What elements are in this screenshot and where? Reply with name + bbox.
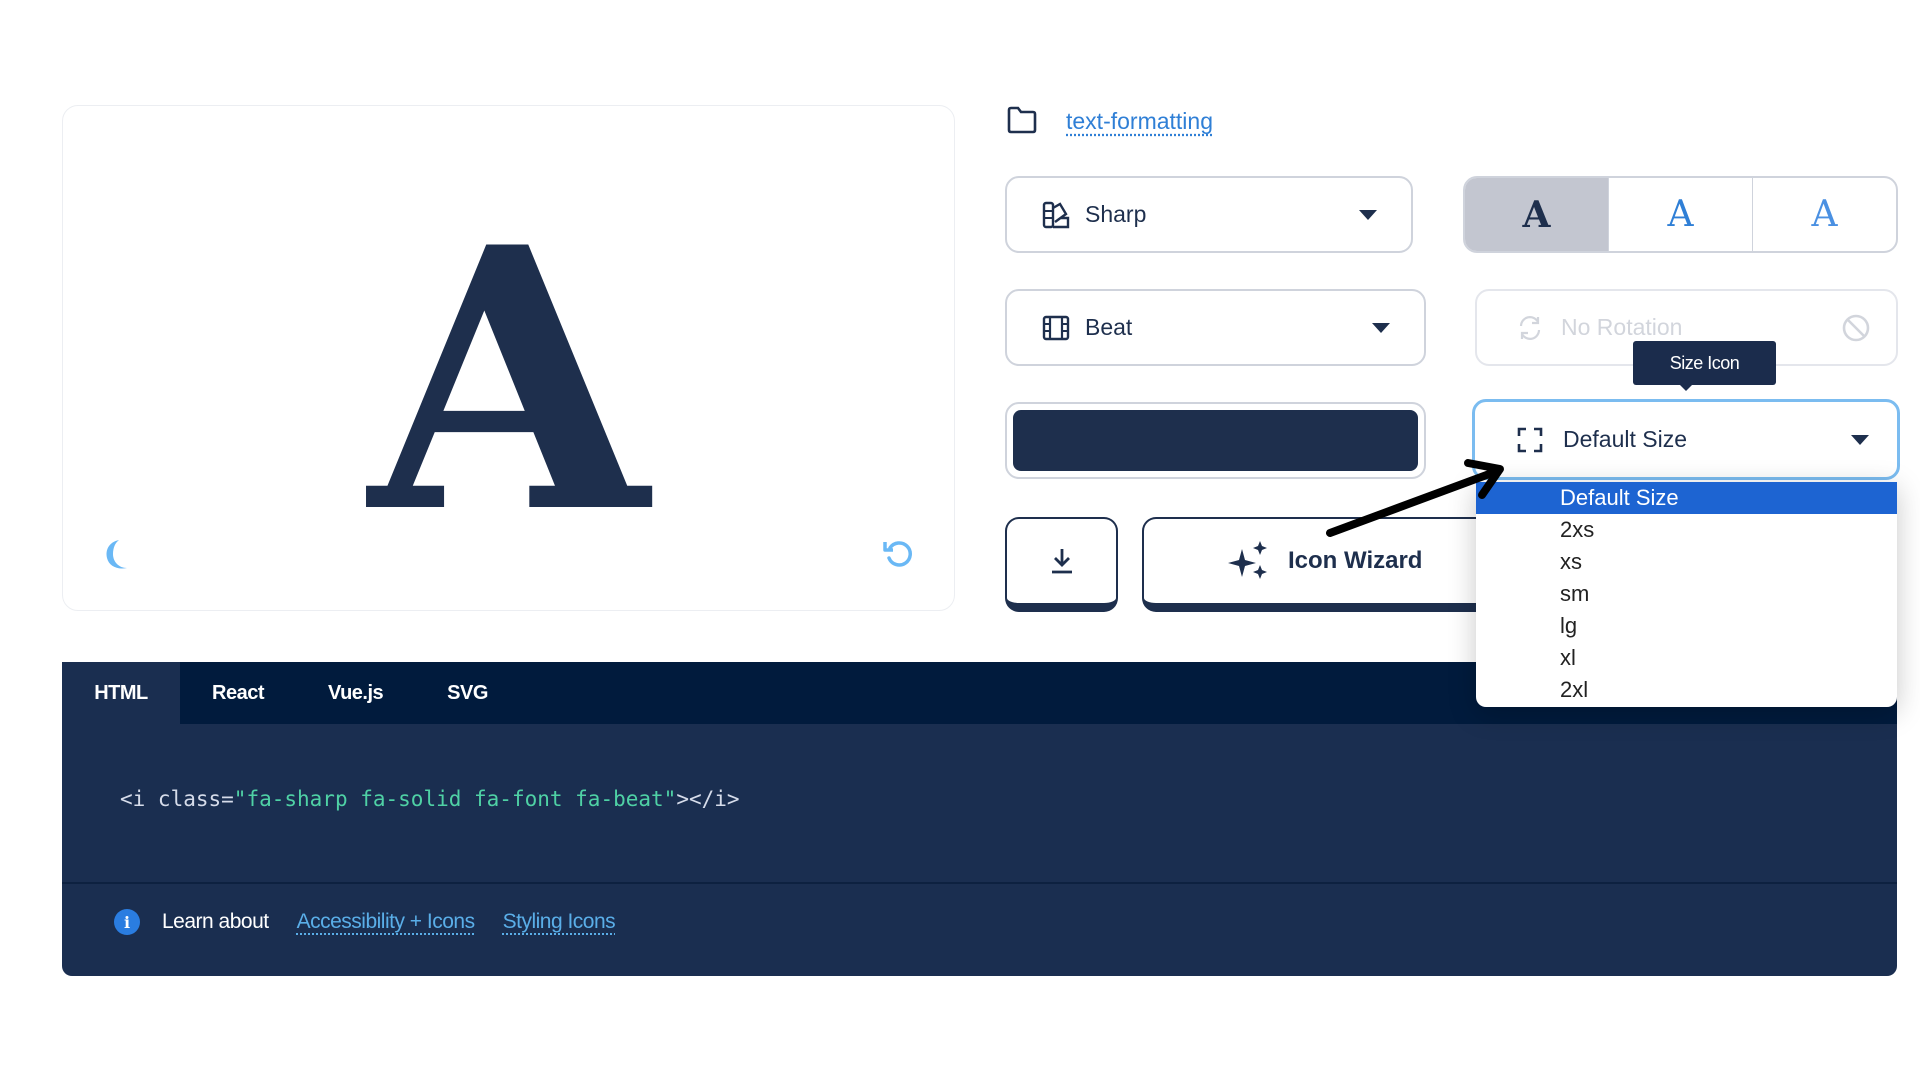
size-option-default[interactable]: Default Size (1476, 482, 1897, 514)
animation-select[interactable]: Beat (1005, 289, 1426, 366)
folder-icon (1007, 106, 1037, 134)
expand-icon (1517, 427, 1543, 452)
icon-preview-card: A (62, 105, 955, 611)
tab-react[interactable]: React (180, 662, 296, 724)
code-tag-close: ></i> (676, 787, 740, 811)
code-tag-open: <i class= (120, 787, 234, 811)
chevron-down-icon (1851, 434, 1869, 445)
divider (62, 882, 1897, 884)
size-option-2xl[interactable]: 2xl (1476, 674, 1897, 706)
sparkles-icon (1228, 541, 1267, 579)
size-option-xl[interactable]: xl (1476, 642, 1897, 674)
icon-preview-glyph: A (368, 169, 649, 592)
code-panel: HTML React Vue.js SVG <i class="fa-sharp… (62, 662, 1897, 976)
info-icon: i (114, 909, 140, 935)
annotation-arrow (1326, 459, 1504, 537)
size-tooltip: Size Icon (1633, 341, 1776, 385)
family-style-value: Sharp (1085, 201, 1147, 227)
download-button[interactable] (1005, 517, 1118, 612)
size-option-xs[interactable]: xs (1476, 546, 1897, 578)
weight-light-button[interactable]: A (1752, 178, 1896, 251)
size-options-list: Default Size 2xs xs sm lg xl 2xl (1476, 482, 1897, 707)
rotation-placeholder: No Rotation (1561, 314, 1683, 340)
chevron-down-icon (1359, 209, 1377, 220)
moon-icon[interactable] (101, 538, 133, 572)
size-value: Default Size (1563, 426, 1688, 452)
size-select[interactable]: Default Size (1472, 399, 1900, 480)
family-style-select[interactable]: Sharp (1005, 176, 1413, 253)
tooltip-arrow (1680, 385, 1692, 391)
tab-html[interactable]: HTML (62, 662, 180, 724)
accessibility-link[interactable]: Accessibility + Icons (297, 910, 476, 934)
chevron-down-icon (1372, 322, 1390, 333)
swatchbook-icon (1042, 201, 1070, 228)
weight-regular-button[interactable]: A (1608, 178, 1752, 251)
download-icon (1051, 549, 1072, 574)
category-link[interactable]: text-formatting (1066, 108, 1213, 135)
learn-about-row: i Learn about Accessibility + Icons Styl… (114, 909, 643, 935)
tab-vuejs[interactable]: Vue.js (296, 662, 415, 724)
code-snippet[interactable]: <i class="fa-sharp fa-solid fa-font fa-b… (120, 787, 740, 811)
size-option-2xs[interactable]: 2xs (1476, 514, 1897, 546)
film-icon (1042, 315, 1070, 340)
weight-solid-button[interactable]: A (1465, 178, 1608, 251)
weight-segmented-control: A A A (1463, 176, 1898, 253)
arrows-rotate-icon (1519, 315, 1541, 340)
rotate-left-icon[interactable] (881, 536, 917, 572)
size-option-lg[interactable]: lg (1476, 610, 1897, 642)
code-class-value: "fa-sharp fa-solid fa-font fa-beat" (233, 787, 677, 811)
size-option-sm[interactable]: sm (1476, 578, 1897, 610)
tab-svg[interactable]: SVG (415, 662, 520, 724)
ban-icon[interactable] (1840, 312, 1872, 344)
animation-value: Beat (1085, 314, 1133, 340)
styling-icons-link[interactable]: Styling Icons (503, 910, 616, 934)
learn-about-label: Learn about (162, 910, 269, 933)
icon-wizard-label: Icon Wizard (1288, 547, 1423, 574)
